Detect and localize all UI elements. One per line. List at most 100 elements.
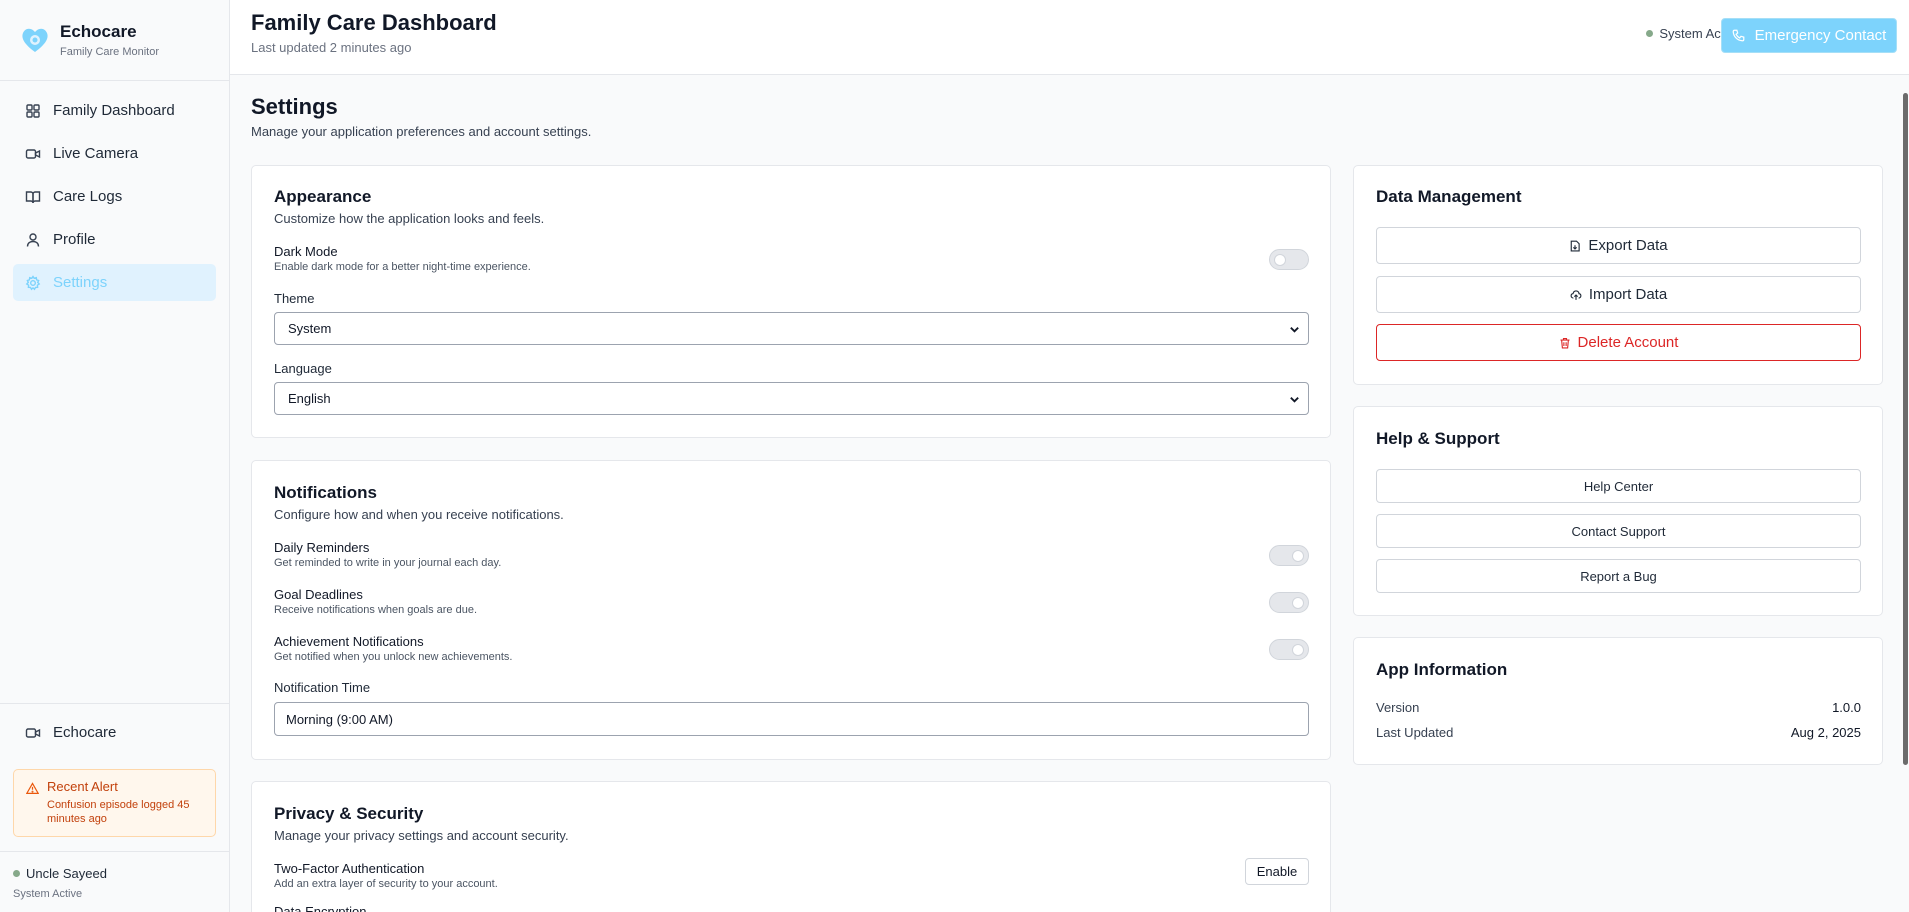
goal-deadlines-toggle[interactable]	[1269, 592, 1309, 613]
video-icon	[25, 725, 41, 741]
help-support-card: Help & Support Help Center Contact Suppo…	[1353, 406, 1883, 616]
notifications-card: Notifications Configure how and when you…	[251, 460, 1331, 760]
sidebar-item-live-camera[interactable]: Live Camera	[13, 135, 216, 172]
user-status: Uncle Sayeed System Active	[0, 851, 229, 912]
daily-reminders-hint: Get reminded to write in your journal ea…	[274, 557, 502, 569]
contact-support-button[interactable]: Contact Support	[1376, 514, 1861, 548]
sidebar-item-profile[interactable]: Profile	[13, 221, 216, 258]
sidebar-item-settings[interactable]: Settings	[13, 264, 216, 301]
sidebar-item-label: Care Logs	[53, 188, 123, 205]
enable-two-factor-button[interactable]: Enable	[1245, 858, 1309, 885]
card-title: App Information	[1376, 660, 1508, 679]
video-icon	[25, 146, 41, 162]
daily-reminders-toggle[interactable]	[1269, 545, 1309, 566]
warning-icon	[25, 782, 40, 795]
goal-deadlines-hint: Receive notifications when goals are due…	[274, 604, 478, 616]
data-encryption-label: Data Encryption	[274, 904, 367, 912]
appearance-card: Appearance Customize how the application…	[251, 165, 1331, 438]
achievement-notifications-toggle[interactable]	[1269, 639, 1309, 660]
upload-cloud-icon	[1570, 289, 1582, 301]
version-label: Version	[1376, 700, 1420, 715]
heart-logo-icon	[20, 25, 50, 55]
brand-subtitle: Family Care Monitor	[60, 46, 160, 58]
top-header: Family Care Dashboard Last updated 2 min…	[230, 0, 1909, 75]
delete-account-button[interactable]: Delete Account	[1376, 324, 1861, 361]
sidebar-item-label: Echocare	[53, 724, 117, 741]
version-row: Version 1.0.0	[1376, 700, 1861, 715]
status-dot	[13, 870, 20, 877]
import-data-button[interactable]: Import Data	[1376, 276, 1861, 313]
chevron-down-icon	[1290, 397, 1299, 403]
emergency-contact-button[interactable]: Emergency Contact	[1721, 18, 1897, 53]
sidebar-item-label: Profile	[53, 231, 96, 248]
alert-title: Recent Alert	[47, 779, 118, 794]
sidebar-item-care-logs[interactable]: Care Logs	[13, 178, 216, 215]
sidebar-nav: Family Dashboard Live Camera Care Logs P…	[0, 81, 229, 318]
notification-time-value: Morning (9:00 AM)	[286, 711, 393, 727]
book-icon	[25, 189, 41, 205]
notification-time-label: Notification Time	[274, 680, 371, 695]
theme-value: System	[288, 321, 332, 336]
header-title: Family Care Dashboard	[251, 10, 497, 35]
card-title: Data Management	[1376, 187, 1522, 206]
card-description: Manage your privacy settings and account…	[274, 828, 569, 843]
page-subtitle: Manage your application preferences and …	[251, 124, 592, 139]
sidebar-footer: Echocare Recent Alert Confusion episode …	[0, 703, 229, 912]
notification-time-input[interactable]: Morning (9:00 AM)	[274, 702, 1309, 736]
user-icon	[25, 232, 41, 248]
two-factor-hint: Add an extra layer of security to your a…	[274, 878, 498, 890]
achievement-notifications-label: Achievement Notifications	[274, 634, 424, 649]
main-scrollbar[interactable]	[1900, 75, 1909, 912]
sidebar: Echocare Family Care Monitor Family Dash…	[0, 0, 230, 912]
card-title: Help & Support	[1376, 429, 1500, 448]
theme-select[interactable]: System	[274, 312, 1309, 345]
language-select[interactable]: English	[274, 382, 1309, 415]
dark-mode-toggle[interactable]	[1269, 249, 1309, 270]
card-title: Appearance	[274, 187, 372, 206]
scrollbar-thumb[interactable]	[1903, 93, 1908, 765]
version-value: 1.0.0	[1832, 700, 1861, 715]
chevron-down-icon	[1290, 327, 1299, 333]
alert-text: Confusion episode logged 45 minutes ago	[47, 799, 190, 825]
emergency-contact-label: Emergency Contact	[1754, 27, 1887, 44]
export-data-button[interactable]: Export Data	[1376, 227, 1861, 264]
sidebar-item-family-dashboard[interactable]: Family Dashboard	[13, 92, 216, 129]
dark-mode-hint: Enable dark mode for a better night-time…	[274, 261, 531, 273]
status-dot	[1646, 30, 1654, 37]
user-system-status: System Active	[13, 888, 83, 900]
sidebar-item-label: Family Dashboard	[53, 102, 175, 119]
page-title: Settings	[251, 94, 338, 119]
daily-reminders-label: Daily Reminders	[274, 540, 370, 555]
achievement-notifications-hint: Get notified when you unlock new achieve…	[274, 651, 513, 663]
privacy-security-card: Privacy & Security Manage your privacy s…	[251, 781, 1331, 912]
goal-deadlines-label: Goal Deadlines	[274, 587, 363, 602]
sidebar-item-label: Settings	[53, 274, 108, 291]
sidebar-item-echocare[interactable]: Echocare	[0, 703, 229, 761]
gear-icon	[25, 274, 41, 291]
phone-icon	[1732, 29, 1745, 42]
data-management-card: Data Management Export Data Import Data …	[1353, 165, 1883, 385]
brand[interactable]: Echocare Family Care Monitor	[0, 0, 229, 81]
last-updated-label: Last Updated	[1376, 725, 1454, 740]
report-bug-button[interactable]: Report a Bug	[1376, 559, 1861, 593]
theme-label: Theme	[274, 291, 315, 306]
card-description: Configure how and when you receive notif…	[274, 507, 564, 522]
card-title: Privacy & Security	[274, 804, 424, 823]
language-label: Language	[274, 361, 332, 376]
two-factor-label: Two-Factor Authentication	[274, 861, 425, 876]
grid-icon	[25, 103, 41, 119]
last-updated-row: Last Updated Aug 2, 2025	[1376, 725, 1861, 740]
main-content: Settings Manage your application prefere…	[230, 75, 1909, 912]
trash-icon	[1559, 337, 1571, 349]
brand-name: Echocare	[60, 22, 137, 41]
header-subtitle: Last updated 2 minutes ago	[251, 40, 412, 55]
app-information-card: App Information Version 1.0.0 Last Updat…	[1353, 637, 1883, 765]
card-title: Notifications	[274, 483, 377, 502]
user-name: Uncle Sayeed	[26, 866, 107, 881]
language-value: English	[288, 391, 331, 406]
recent-alert[interactable]: Recent Alert Confusion episode logged 45…	[13, 769, 216, 837]
sidebar-item-label: Live Camera	[53, 145, 139, 162]
dark-mode-label: Dark Mode	[274, 244, 338, 259]
help-center-button[interactable]: Help Center	[1376, 469, 1861, 503]
file-export-icon	[1569, 240, 1581, 252]
